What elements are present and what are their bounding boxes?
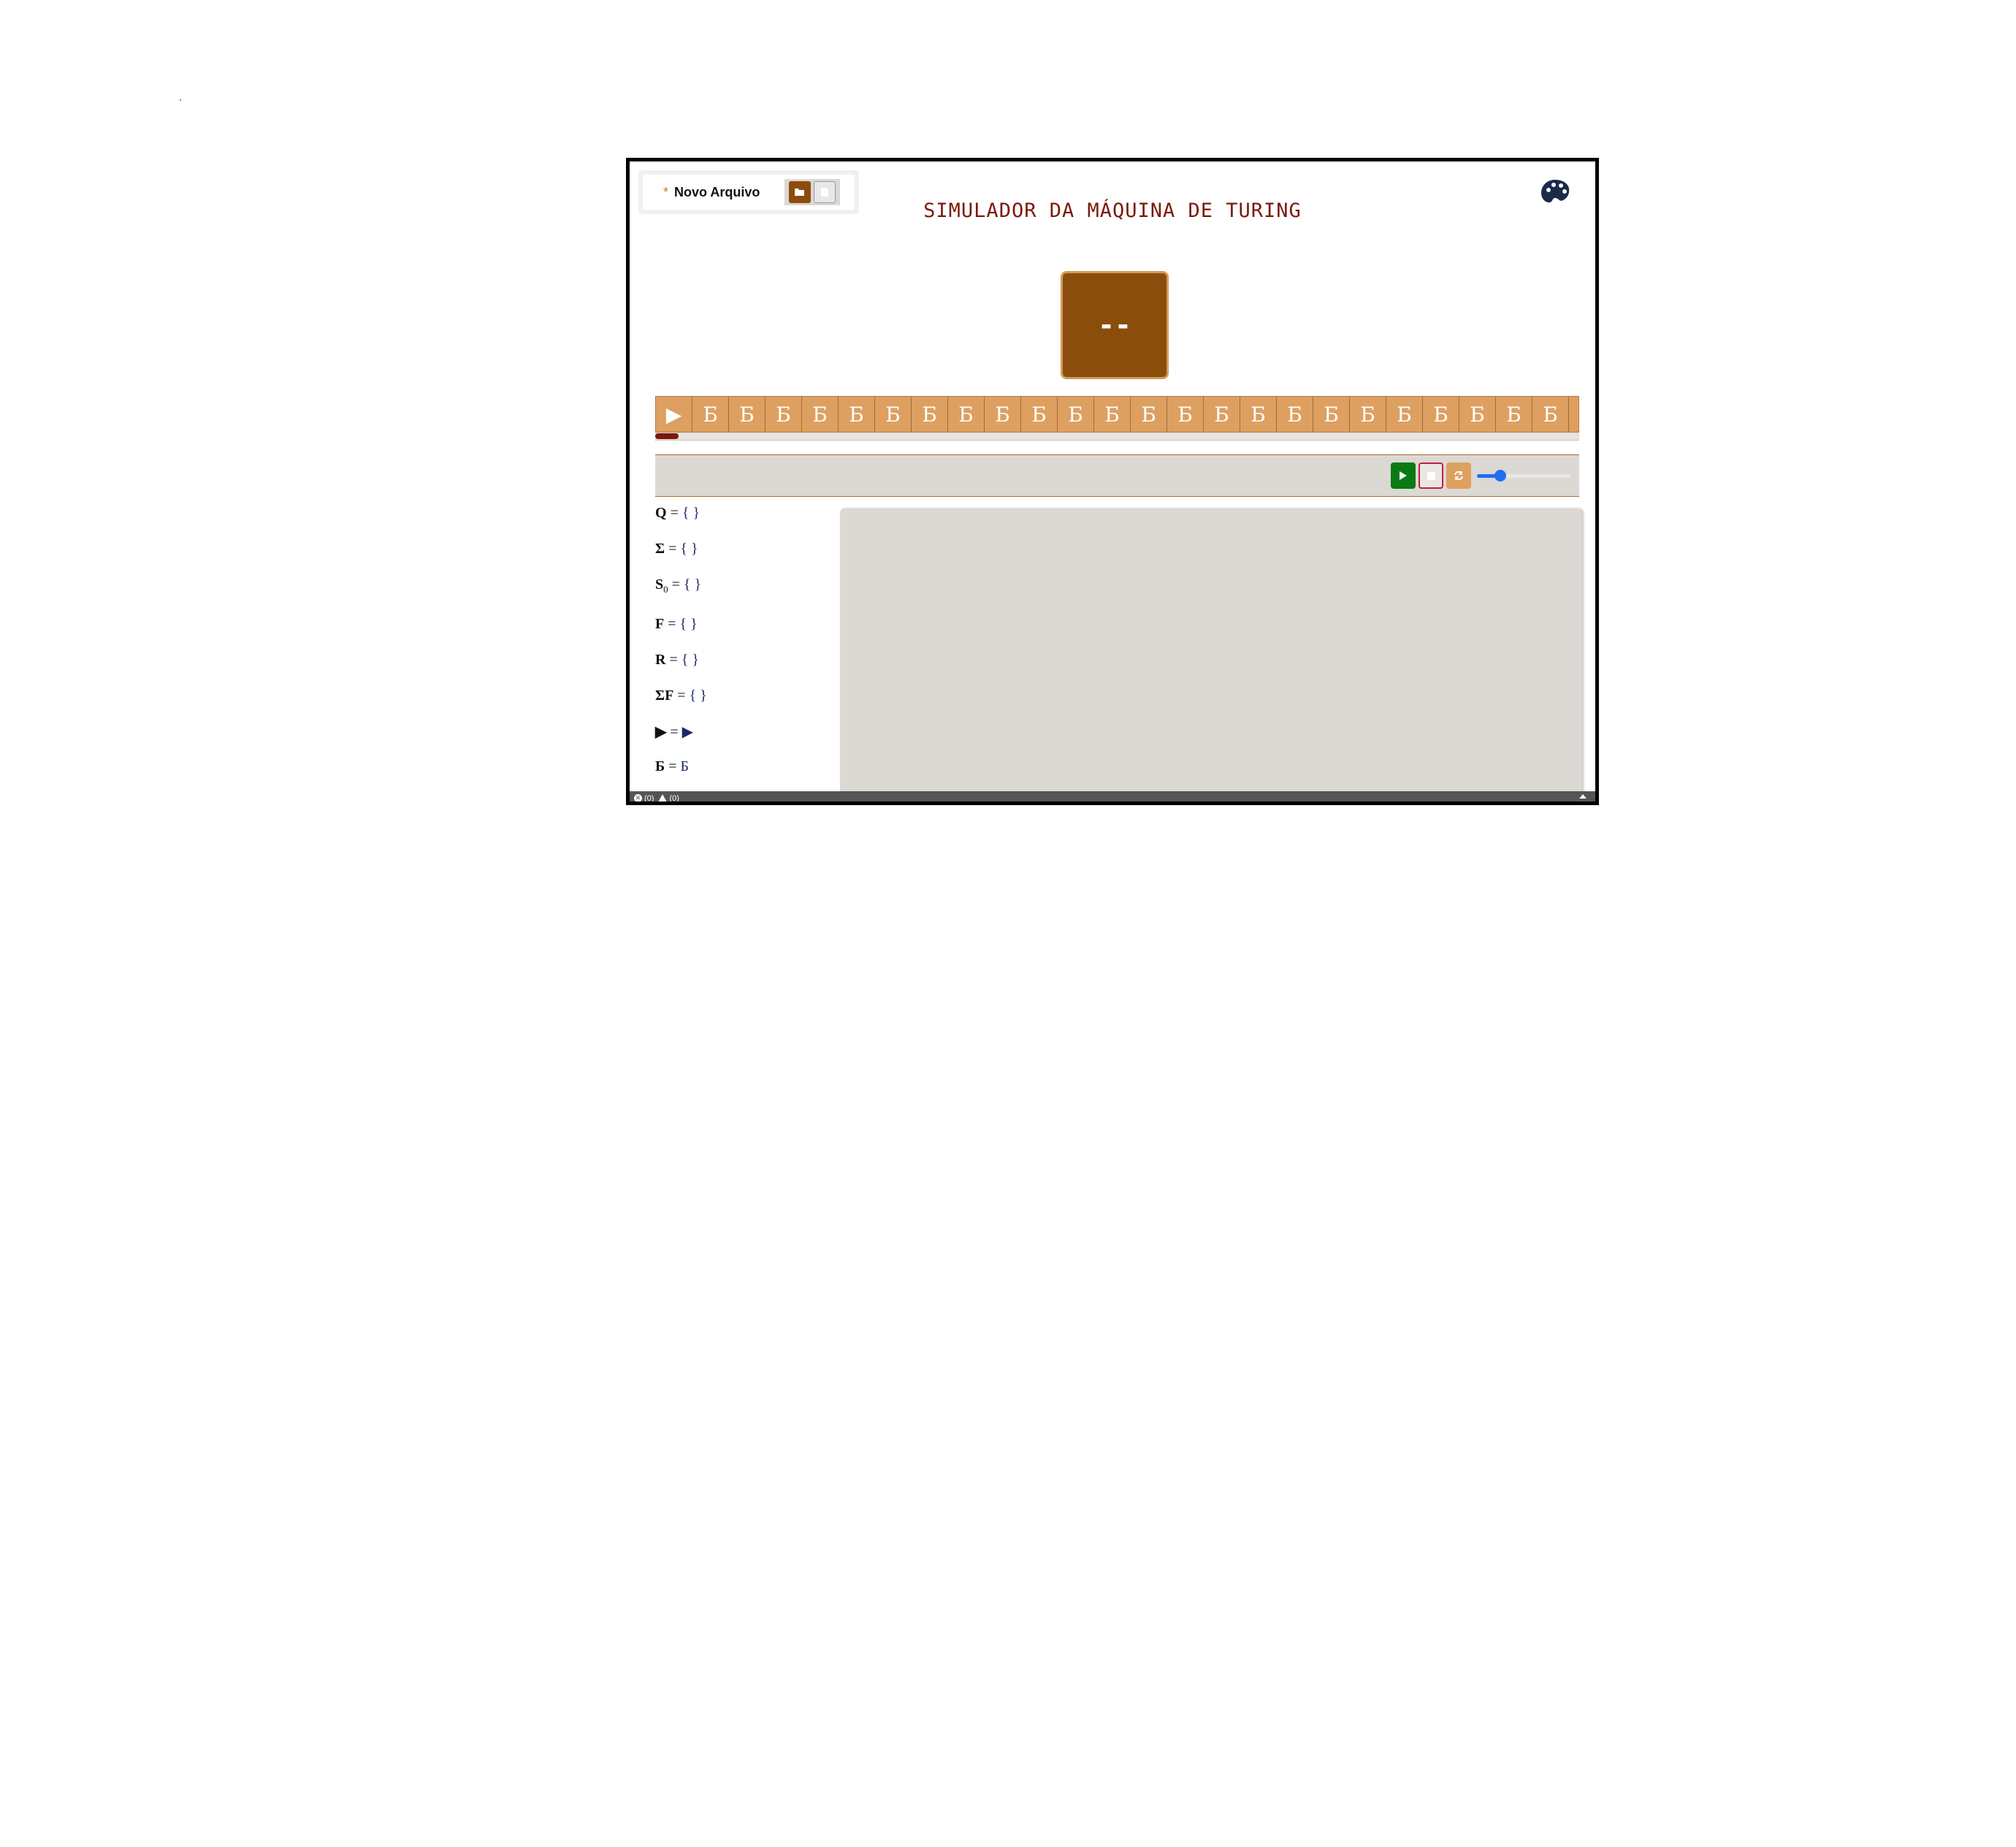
definition-value: { }: [681, 652, 699, 668]
error-icon: ✕: [634, 794, 642, 801]
definition-key: Б: [655, 758, 665, 774]
definition-value: Б: [680, 758, 689, 774]
definition-key: Σ: [655, 541, 665, 557]
tape-cell[interactable]: Б: [1167, 397, 1204, 432]
tape-cell[interactable]: Б: [1569, 397, 1578, 432]
status-bar: ✕ (0) (0): [630, 791, 1595, 803]
tape-cell[interactable]: Б: [1313, 397, 1350, 432]
definition-value: { }: [689, 688, 707, 704]
tape-scroll-thumb[interactable]: [655, 433, 679, 439]
definition-equals: =: [665, 758, 681, 774]
definition-key: R: [655, 652, 666, 668]
speed-slider-thumb[interactable]: [1494, 470, 1506, 481]
simulator-window: * Novo Arquivo SIMULADOR DA MÁQUINA DE T…: [626, 158, 1599, 805]
definition-row: Q = { }: [655, 505, 700, 522]
tape-cell[interactable]: Б: [1204, 397, 1240, 432]
definition-value: { }: [681, 505, 700, 521]
definition-equals: =: [668, 576, 684, 593]
page-title: SIMULADOR DA MÁQUINA DE TURING: [923, 199, 1302, 222]
current-state-display: --: [1061, 271, 1169, 379]
play-icon: [1400, 471, 1407, 480]
tape-cell[interactable]: Б: [985, 397, 1021, 432]
tape-cell[interactable]: Б: [765, 397, 802, 432]
definition-row: Б = Б: [655, 758, 689, 775]
definition-equals: =: [664, 616, 680, 632]
tape-cell[interactable]: Б: [875, 397, 912, 432]
definition-value: { }: [679, 616, 698, 632]
definition-row: F = { }: [655, 616, 698, 633]
file-name[interactable]: Novo Arquivo: [674, 185, 760, 200]
warnings-count: (0): [669, 793, 679, 803]
definition-key: ▶: [655, 724, 667, 740]
definition-equals: =: [666, 724, 682, 740]
reset-icon: [1454, 471, 1463, 481]
definition-key: ΣF: [655, 688, 674, 704]
errors-count: (0): [644, 793, 654, 803]
tape-cell[interactable]: Б: [1240, 397, 1277, 432]
run-button[interactable]: [1391, 462, 1416, 489]
stray-dot: [180, 99, 181, 101]
tape-cell[interactable]: Б: [1496, 397, 1532, 432]
tape-cell[interactable]: Б: [1021, 397, 1058, 432]
tape[interactable]: ▶БББББББББББББББББББББББББ: [655, 396, 1579, 433]
reset-button[interactable]: [1446, 462, 1471, 489]
definition-value: { }: [683, 576, 702, 593]
tape-cell[interactable]: Б: [1131, 397, 1167, 432]
tape-cell[interactable]: Б: [1532, 397, 1569, 432]
definition-key: S: [655, 576, 664, 593]
definition-equals: =: [666, 505, 682, 521]
definition-row: ▶ = ▶: [655, 723, 693, 741]
tape-cell[interactable]: Б: [692, 397, 729, 432]
tape-cell[interactable]: Б: [1277, 397, 1313, 432]
definition-value: ▶: [681, 724, 694, 740]
definition-row: S0 = { }: [655, 576, 701, 595]
palette-icon[interactable]: [1539, 178, 1571, 210]
definition-row: Σ = { }: [655, 541, 698, 557]
chevron-up-icon[interactable]: [1579, 794, 1587, 799]
errors-indicator[interactable]: ✕ (0): [634, 793, 654, 803]
tape-cell[interactable]: Б: [1423, 397, 1459, 432]
tape-cell[interactable]: Б: [839, 397, 875, 432]
definition-value: { }: [680, 541, 698, 557]
unsaved-mark: *: [663, 184, 669, 199]
definition-key: F: [655, 616, 665, 632]
speed-slider[interactable]: [1477, 470, 1570, 481]
tape-cell[interactable]: Б: [1350, 397, 1386, 432]
stop-icon: [1427, 471, 1435, 480]
warning-icon: [658, 794, 668, 801]
tape-cell[interactable]: Б: [729, 397, 765, 432]
control-bar: [655, 454, 1579, 497]
definition-equals: =: [673, 688, 690, 704]
transition-editor[interactable]: [840, 509, 1582, 801]
definition-key: Q: [655, 505, 667, 521]
tape-cell-start[interactable]: ▶: [656, 397, 692, 432]
tape-cell[interactable]: Б: [1094, 397, 1131, 432]
tape-cell[interactable]: Б: [1386, 397, 1423, 432]
definition-row: R = { }: [655, 652, 699, 669]
stop-button[interactable]: [1419, 462, 1443, 489]
definition-row: ΣF = { }: [655, 688, 707, 704]
definition-equals: =: [665, 652, 681, 668]
tape-cell[interactable]: Б: [1459, 397, 1496, 432]
tape-scrollbar[interactable]: [655, 433, 1579, 441]
tape-cell[interactable]: Б: [1058, 397, 1094, 432]
tape-cell[interactable]: Б: [912, 397, 948, 432]
tape-cell[interactable]: Б: [948, 397, 985, 432]
definition-equals: =: [665, 541, 681, 557]
warnings-indicator[interactable]: (0): [658, 793, 679, 803]
tape-cell[interactable]: Б: [802, 397, 839, 432]
folder-open-icon: [795, 188, 804, 196]
new-file-icon: [821, 188, 828, 197]
